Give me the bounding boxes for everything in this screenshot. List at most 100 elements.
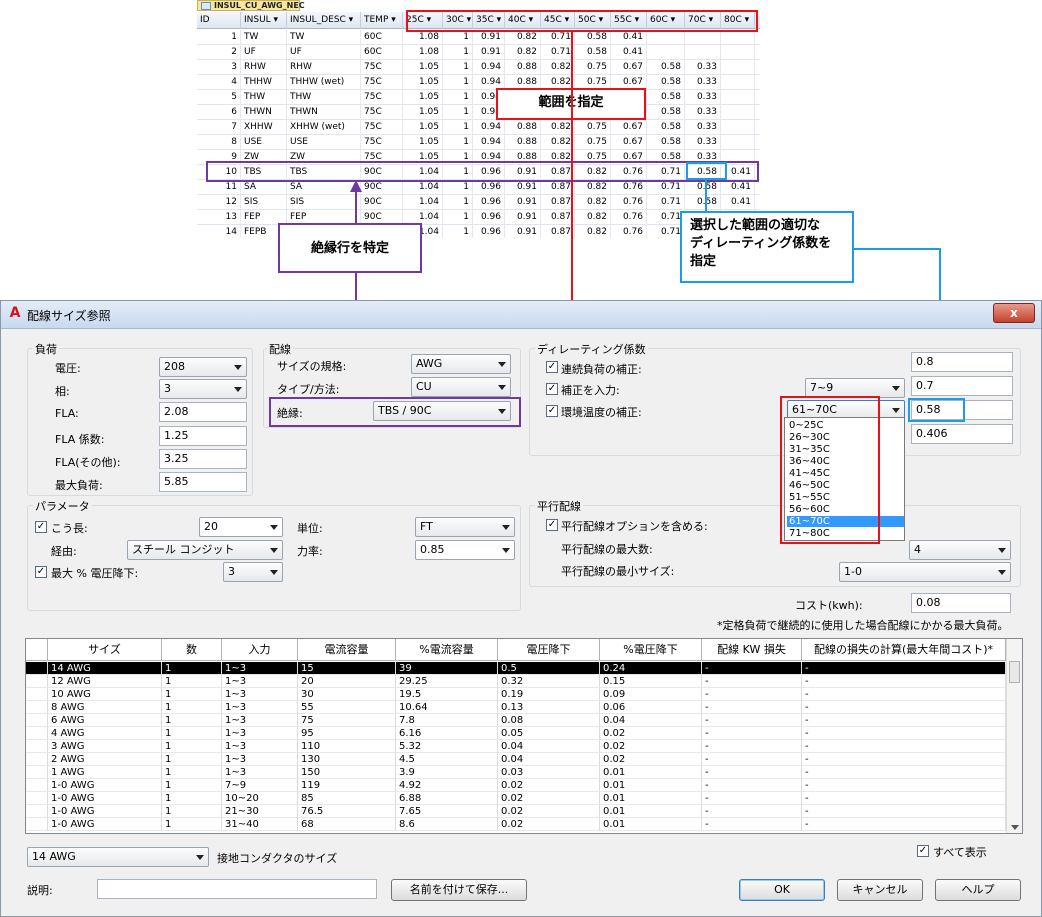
length-combo[interactable]: 20: [199, 517, 283, 537]
standard-value: AWG: [416, 357, 443, 370]
ok-button[interactable]: OK: [739, 879, 825, 901]
grid-cell: 10 AWG: [48, 688, 162, 701]
route-select[interactable]: スチール コンジット: [127, 540, 283, 560]
grid-cell: 130: [298, 753, 396, 766]
row-selector[interactable]: [26, 714, 48, 727]
length-checkbox[interactable]: ✓: [35, 521, 47, 533]
pf-combo[interactable]: 0.85: [415, 540, 515, 560]
grid-cell: 0.04: [498, 740, 600, 753]
grid-cell: 4.92: [396, 779, 498, 792]
grid-col-header[interactable]: 電流容量: [298, 639, 396, 661]
row-selector[interactable]: [26, 753, 48, 766]
type-select[interactable]: CU: [411, 377, 511, 397]
close-button[interactable]: x: [993, 303, 1035, 323]
grid-cell: -: [802, 766, 1006, 779]
scrollbar-thumb[interactable]: [1009, 661, 1020, 683]
chevron-down-icon: [998, 570, 1006, 575]
grid-col-header[interactable]: 配線の損失の計算(最大年間コスト)*: [802, 639, 1006, 661]
row-selector[interactable]: [26, 662, 48, 675]
parallel-checkbox[interactable]: ✓: [546, 519, 558, 531]
row-selector[interactable]: [26, 779, 48, 792]
insulation-select[interactable]: TBS / 90C: [373, 401, 511, 421]
vdrop-select[interactable]: 3: [223, 562, 283, 582]
table-row[interactable]: 1-0 AWG 1 7~9 119 4.92 0.02 0.01- -: [26, 779, 1006, 792]
grid-col-header[interactable]: 配線 KW 損失: [702, 639, 802, 661]
table-row[interactable]: 8 AWG 1 1~3 55 10.64 0.13 0.06- -: [26, 701, 1006, 714]
show-all-checkbox[interactable]: ✓: [917, 845, 929, 857]
phase-select[interactable]: 3: [159, 379, 247, 399]
table-row[interactable]: 3 AWG 1 1~3 110 5.32 0.04 0.02- -: [26, 740, 1006, 753]
table-row[interactable]: 1-0 AWG 1 21~30 76.5 7.65 0.02 0.01- -: [26, 805, 1006, 818]
grid-col-header[interactable]: 入力: [222, 639, 298, 661]
row-selector[interactable]: [26, 818, 48, 831]
parallel-max-label: 平行配線の最大数:: [561, 543, 653, 556]
grid-col-header[interactable]: 電圧降下: [498, 639, 600, 661]
grid-cell: -: [702, 688, 802, 701]
table-row[interactable]: 1 AWG 1 1~3 150 3.9 0.03 0.01- -: [26, 766, 1006, 779]
row-selector[interactable]: [26, 701, 48, 714]
cost-input[interactable]: 0.08: [911, 593, 1011, 613]
max-load-input[interactable]: 5.85: [159, 472, 247, 492]
input-select[interactable]: 7~9: [805, 378, 905, 398]
row-selector[interactable]: [26, 688, 48, 701]
parallel-min-value: 1-0: [844, 565, 862, 578]
standard-select[interactable]: AWG: [411, 354, 511, 374]
table-row[interactable]: 10 AWG 1 1~3 30 19.5 0.19 0.09- -: [26, 688, 1006, 701]
type-value: CU: [416, 380, 432, 393]
title-bar[interactable]: A 配線サイズ参照 x: [1, 301, 1041, 329]
grid-cell: 68: [298, 818, 396, 831]
ambient-checkbox[interactable]: ✓: [546, 405, 558, 417]
table-row[interactable]: 12 AWG 1 1~3 20 29.25 0.32 0.15- -: [26, 675, 1006, 688]
grid-cell: 150: [298, 766, 396, 779]
grid-col-header[interactable]: %電圧降下: [600, 639, 702, 661]
parallel-max-select[interactable]: 4: [909, 540, 1011, 560]
chevron-down-icon: [234, 365, 242, 370]
continuous-checkbox[interactable]: ✓: [546, 361, 558, 373]
fla-factor-input[interactable]: 1.25: [159, 426, 247, 446]
fla-input[interactable]: 2.08: [159, 402, 247, 422]
standard-label: サイズの規格:: [277, 360, 347, 373]
table-row[interactable]: 2 AWG 1 1~3 130 4.5 0.04 0.02- -: [26, 753, 1006, 766]
row-selector[interactable]: [26, 766, 48, 779]
fla-other-input[interactable]: 3.25: [159, 449, 247, 469]
row-selector[interactable]: [26, 727, 48, 740]
chevron-down-icon: [502, 525, 510, 530]
table-row[interactable]: 1-0 AWG 1 10~20 85 6.88 0.02 0.01- -: [26, 792, 1006, 805]
grid-cell: 6.88: [396, 792, 498, 805]
input-checkbox[interactable]: ✓: [546, 383, 558, 395]
parallel-min-select[interactable]: 1-0: [839, 562, 1011, 582]
grid-scrollbar[interactable]: [1006, 639, 1022, 833]
description-input[interactable]: [97, 879, 377, 899]
row-selector[interactable]: [26, 740, 48, 753]
help-button[interactable]: ヘルプ: [935, 879, 1021, 901]
row-selector[interactable]: [26, 675, 48, 688]
wire-size-dialog: A 配線サイズ参照 x 負荷 電圧: 208 相: 3 FLA: 2.08 FL…: [0, 300, 1042, 917]
table-row[interactable]: 14 AWG 1 1~3 15 39 0.5 0.24- -: [26, 662, 1006, 675]
unit-select[interactable]: FT: [415, 517, 515, 537]
grid-cell: 0.03: [498, 766, 600, 779]
grid-cell: 3 AWG: [48, 740, 162, 753]
grid-col-header[interactable]: 数: [162, 639, 222, 661]
ground-select[interactable]: 14 AWG: [27, 847, 209, 867]
vdrop-checkbox[interactable]: ✓: [35, 566, 47, 578]
grid-cell: -: [702, 805, 802, 818]
grid-col-header[interactable]: サイズ: [48, 639, 162, 661]
row-selector[interactable]: [26, 805, 48, 818]
results-grid[interactable]: サイズ数入力 電流容量 %電流容量 電圧降下 %電圧降下 配線 KW 損失 配線の損失の計算…: [25, 638, 1023, 834]
scroll-down-icon[interactable]: [1011, 825, 1019, 830]
table-row[interactable]: 4 AWG 1 1~3 95 6.16 0.05 0.02- -: [26, 727, 1006, 740]
grid-col-header[interactable]: %電流容量: [396, 639, 498, 661]
row-selector[interactable]: [26, 792, 48, 805]
ambient-value-highlight: [908, 398, 965, 422]
voltage-select[interactable]: 208: [159, 357, 247, 377]
table-row[interactable]: 1-0 AWG 1 31~40 68 8.6 0.02 0.01- -: [26, 818, 1006, 831]
save-as-button[interactable]: 名前を付けて保存...: [391, 879, 527, 901]
grid-cell: 0.05: [498, 727, 600, 740]
continuous-input[interactable]: 0.8: [911, 352, 1013, 372]
table-row[interactable]: 6 AWG 1 1~3 75 7.8 0.08 0.04- -: [26, 714, 1006, 727]
chevron-down-icon: [892, 386, 900, 391]
input-value[interactable]: 0.7: [911, 376, 1013, 396]
grid-cell: 0.01: [600, 805, 702, 818]
cancel-button[interactable]: キャンセル: [837, 879, 923, 901]
grid-cell: 1~3: [222, 675, 298, 688]
